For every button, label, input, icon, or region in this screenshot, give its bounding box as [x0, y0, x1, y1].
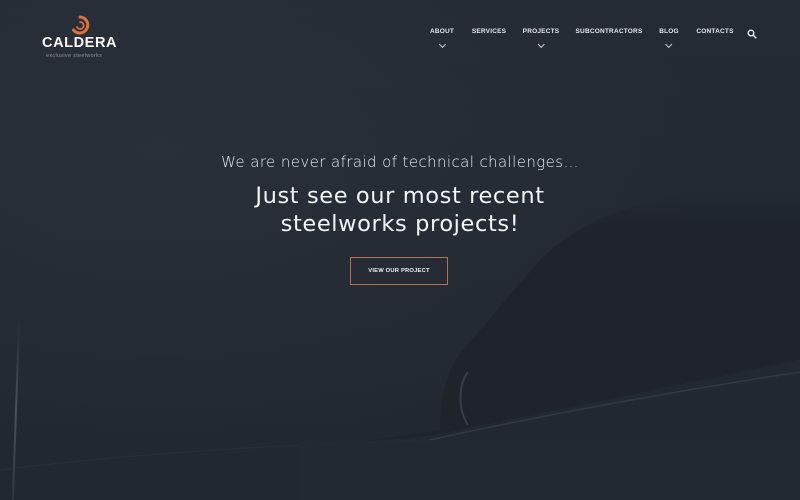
nav-item-contacts[interactable]: CONTACTS — [696, 28, 733, 35]
site-header: CALDERA exclusive steelworks ABOUT SERVI… — [0, 0, 800, 70]
nav-item-subcontractors[interactable]: SUBCONTRACTORS — [576, 28, 643, 35]
chevron-down-icon[interactable] — [537, 40, 545, 49]
nav-item-projects[interactable]: PROJECTS — [522, 28, 560, 49]
view-project-button[interactable]: VIEW OUR PROJECT — [350, 257, 448, 285]
nav-item-blog[interactable]: BLOG — [659, 28, 679, 49]
nav-label: PROJECTS — [522, 28, 560, 35]
nav-label: ABOUT — [429, 28, 455, 35]
chevron-down-icon[interactable] — [665, 40, 673, 49]
search-icon[interactable] — [747, 29, 757, 39]
nav-label: BLOG — [659, 28, 679, 35]
hero-subtitle: We are never afraid of technical challen… — [221, 153, 579, 171]
nav-label: SERVICES — [471, 28, 507, 35]
hero-title: Just see our most recent steelworks proj… — [0, 182, 800, 238]
chevron-down-icon[interactable] — [438, 40, 446, 49]
nav-label: CONTACTS — [696, 28, 734, 35]
hero-title-line-1: Just see our most recent — [255, 183, 545, 209]
nav-item-about[interactable]: ABOUT — [429, 28, 455, 49]
main-nav: ABOUT SERVICES PROJECTS SUBCONTRACTORS B… — [0, 28, 800, 58]
nav-label: SUBCONTRACTORS — [575, 28, 643, 35]
hero-title-line-2: steelworks projects! — [280, 211, 520, 237]
background-car-silhouette — [0, 189, 800, 500]
nav-item-services[interactable]: SERVICES — [472, 28, 506, 35]
